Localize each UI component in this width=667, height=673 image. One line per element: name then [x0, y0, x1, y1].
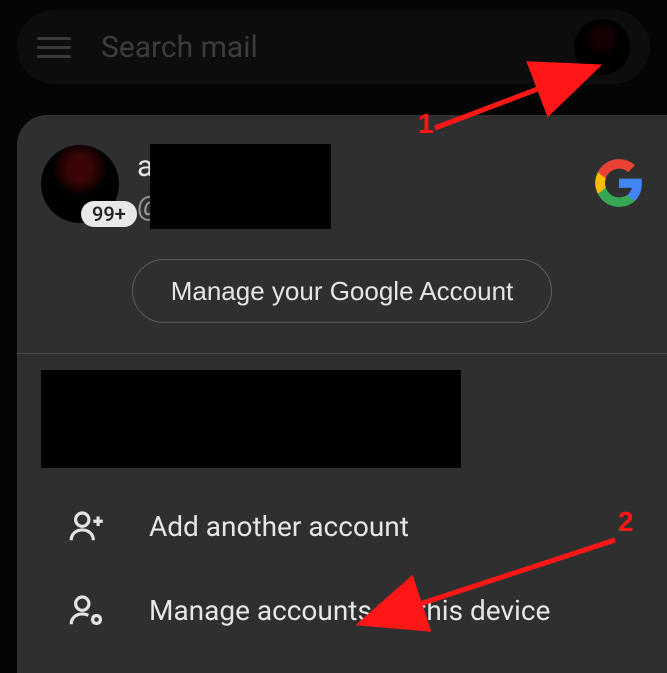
annotation-label-1: 1 — [418, 108, 434, 140]
current-account-row[interactable]: 99+ an @gmail.com — [17, 115, 667, 223]
manage-accounts-item[interactable]: Manage accounts on this device — [17, 568, 667, 652]
notification-count-badge: 99+ — [81, 201, 137, 227]
person-gear-icon — [67, 590, 107, 630]
menu-item-label: Manage accounts on this device — [149, 594, 550, 627]
account-avatar-button[interactable] — [574, 19, 630, 75]
redaction-box — [150, 144, 331, 229]
redaction-box — [41, 370, 461, 468]
divider — [17, 353, 667, 354]
menu-item-label: Add another account — [149, 510, 409, 543]
person-add-icon — [67, 506, 107, 546]
search-input-placeholder[interactable]: Search mail — [101, 30, 574, 65]
annotation-label-2: 2 — [618, 506, 634, 538]
manage-google-account-button[interactable]: Manage your Google Account — [132, 259, 552, 323]
account-panel: 99+ an @gmail.com Manage your Google Acc… — [17, 115, 667, 673]
current-account-avatar[interactable]: 99+ — [41, 145, 119, 223]
google-logo-icon — [593, 157, 645, 209]
add-another-account-item[interactable]: Add another account — [17, 484, 667, 568]
search-bar[interactable]: Search mail — [17, 10, 650, 84]
hamburger-menu-icon[interactable] — [37, 30, 71, 64]
